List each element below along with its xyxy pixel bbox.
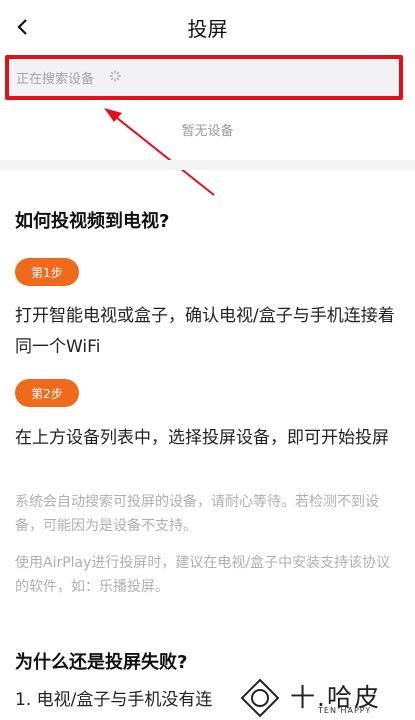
step-2-badge: 第2步 — [15, 379, 79, 407]
watermark-subtext: TEN HAPPY — [318, 706, 372, 715]
top-bar: 投屏 — [0, 0, 415, 54]
watermark: 十.哈皮 TEN HAPPY — [240, 676, 410, 720]
guide-heading: 如何投视频到电视? — [15, 211, 170, 232]
step-1-text: 打开智能电视或盒子，确认电视/盒子与手机连接着同一个WiFi — [15, 306, 395, 357]
tip-note-1: 系统会自动搜索可投屏的设备，请耐心等待。若检测不到设备，可能因为是设备不支持。 — [15, 494, 379, 534]
page-title: 投屏 — [187, 17, 228, 41]
step-1-badge: 第1步 — [15, 258, 79, 286]
no-devices-text: 暂无设备 — [181, 124, 234, 139]
faq-item-1: 1. 电视/盒子与手机没有连 — [15, 690, 213, 710]
tip-note-2: 使用AirPlay进行投屏时，建议在电视/盒子中安装支持该协议的软件，如：乐播投… — [15, 555, 391, 595]
faq-heading: 为什么还是投屏失败? — [15, 652, 188, 673]
annotation-highlight-box — [5, 55, 403, 100]
diamond-logo-icon — [240, 678, 280, 718]
section-divider — [0, 160, 415, 170]
step-2-text: 在上方设备列表中，选择投屏设备，即可开始投屏 — [15, 428, 389, 448]
